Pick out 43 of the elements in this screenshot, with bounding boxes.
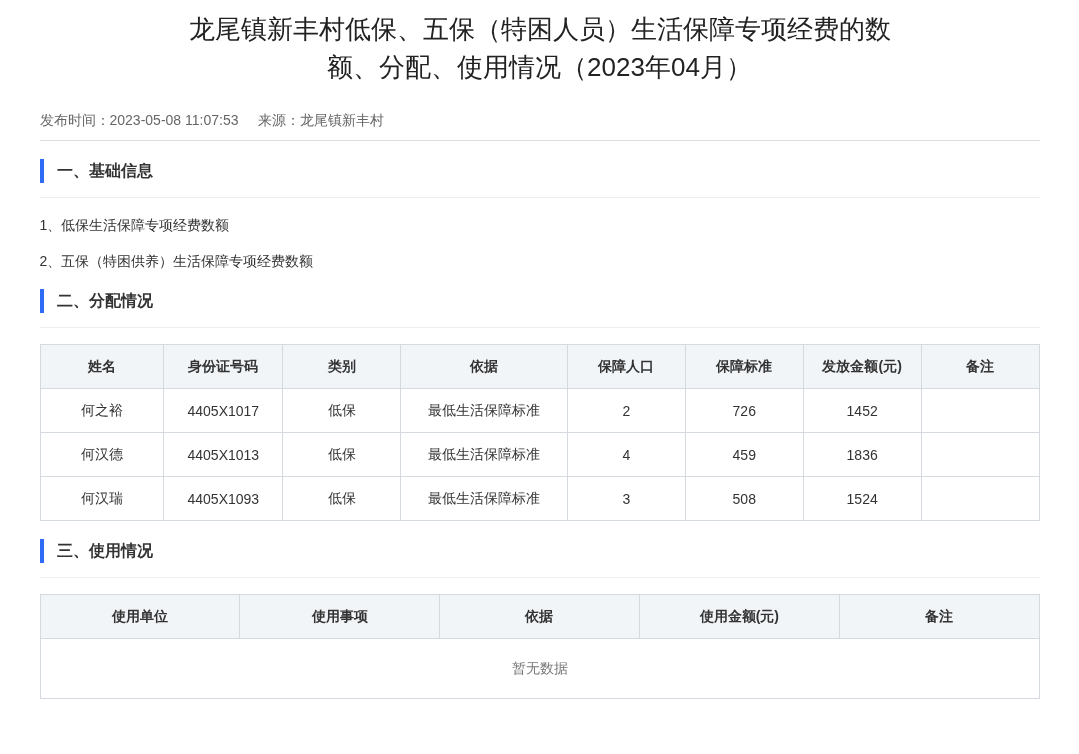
table-cell: 1524 bbox=[803, 476, 922, 521]
column-header: 使用金额(元) bbox=[639, 594, 840, 639]
section-heading: 二、分配情况 bbox=[39, 289, 1040, 313]
column-header: 保障标准 bbox=[685, 344, 804, 389]
table-cell: 3 bbox=[567, 476, 686, 521]
column-header: 使用单位 bbox=[40, 594, 240, 639]
table-cell: 最低生活保障标准 bbox=[400, 432, 568, 477]
column-header: 使用事项 bbox=[239, 594, 440, 639]
column-header: 类别 bbox=[282, 344, 401, 389]
table-cell: 何汉德 bbox=[40, 432, 164, 477]
meta-text: 发布时间：2023-05-08 11:07:53 bbox=[39, 112, 239, 130]
table-cell: 1836 bbox=[803, 432, 922, 477]
table-cell: 最低生活保障标准 bbox=[400, 388, 568, 433]
table-cell: 508 bbox=[685, 476, 804, 521]
table-cell: 4405X1013 bbox=[163, 432, 283, 477]
article-title: 龙尾镇新丰村低保、五保（特困人员）生活保障专项经费的数额、分配、使用情况（2023年04月） bbox=[187, 13, 892, 84]
list-item: 1、低保生活保障专项经费数额 bbox=[39, 216, 231, 235]
table-cell: 2 bbox=[567, 388, 686, 433]
column-header: 发放金额(元) bbox=[803, 344, 922, 389]
table-cell: 459 bbox=[685, 432, 804, 477]
table-cell: 低保 bbox=[282, 432, 401, 477]
column-header: 备注 bbox=[921, 344, 1039, 389]
table-cell: 4 bbox=[567, 432, 686, 477]
table-cell: 何汉瑞 bbox=[40, 476, 164, 521]
section-heading: 三、使用情况 bbox=[39, 539, 1040, 563]
meta-text: 来源：龙尾镇新丰村 bbox=[258, 112, 385, 130]
table-cell: 4405X1093 bbox=[163, 476, 283, 521]
column-header: 备注 bbox=[839, 594, 1039, 639]
column-header: 保障人口 bbox=[567, 344, 686, 389]
section-heading: 一、基础信息 bbox=[39, 159, 1040, 183]
column-header: 姓名 bbox=[40, 344, 164, 389]
table-cell: 4405X1017 bbox=[163, 388, 283, 433]
table-cell: 何之裕 bbox=[40, 388, 164, 433]
table-cell: 低保 bbox=[282, 476, 401, 521]
table-cell: 726 bbox=[685, 388, 804, 433]
column-header: 身份证号码 bbox=[163, 344, 283, 389]
table-cell: 低保 bbox=[282, 388, 401, 433]
list-item: 2、五保（特困供养）生活保障专项经费数额 bbox=[39, 252, 315, 271]
table-cell: 最低生活保障标准 bbox=[400, 476, 568, 521]
empty-message: 暂无数据 bbox=[40, 638, 1039, 699]
table-cell: 1452 bbox=[803, 388, 922, 433]
column-header: 依据 bbox=[400, 344, 568, 389]
column-header: 依据 bbox=[439, 594, 640, 639]
